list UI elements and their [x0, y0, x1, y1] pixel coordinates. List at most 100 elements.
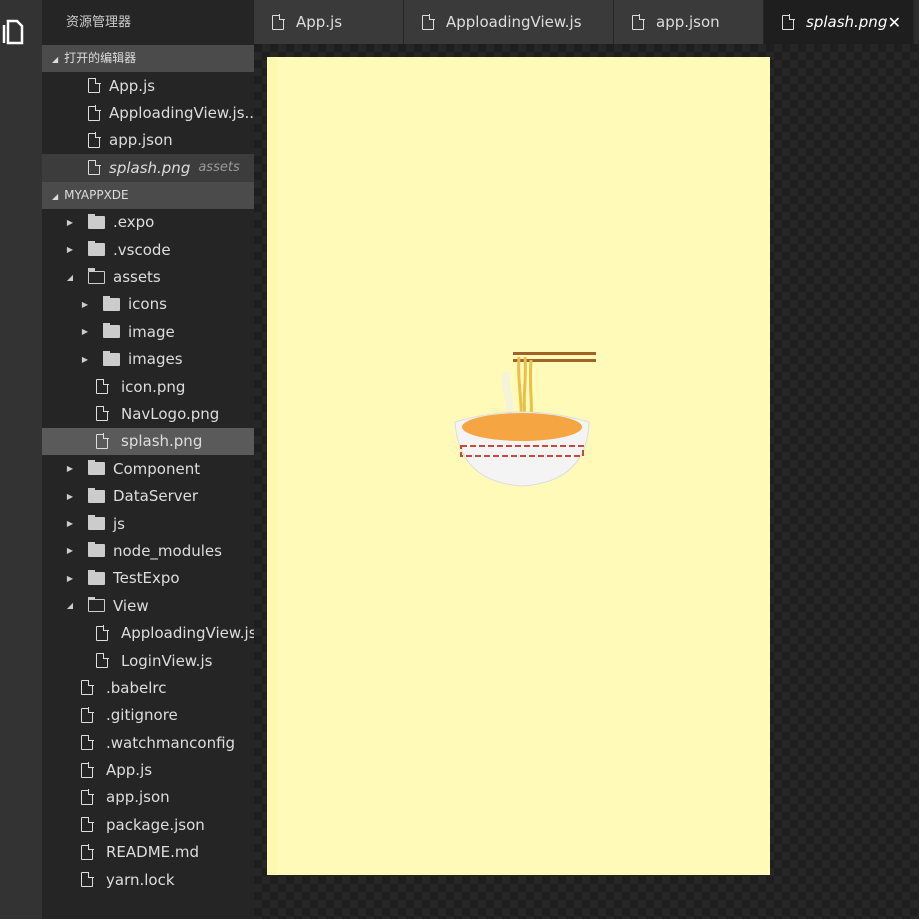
- editor-tabs: App.js ApploadingView.js app.json splash.pn…: [254, 0, 919, 44]
- folder-icon: [103, 323, 120, 339]
- item-label: app.json: [106, 788, 170, 807]
- file-item[interactable]: NavLogo.png: [42, 400, 254, 427]
- file-icon: [422, 14, 435, 30]
- chevron-right-icon[interactable]: ▶: [63, 218, 77, 227]
- chevron-right-icon[interactable]: ▶: [63, 574, 77, 583]
- section-label: MYAPPXDE: [64, 187, 129, 202]
- chevron-right-icon[interactable]: ▶: [63, 464, 77, 473]
- file-item[interactable]: .gitignore: [42, 702, 254, 729]
- folder-item[interactable]: ▶ image: [42, 318, 254, 345]
- item-label: yarn.lock: [106, 870, 175, 889]
- section-label: 打开的编辑器: [64, 51, 137, 65]
- folder-icon: [88, 515, 105, 531]
- open-editors-header[interactable]: ◢ 打开的编辑器: [42, 45, 254, 72]
- folder-item[interactable]: ▶ Component: [42, 455, 254, 482]
- file-item[interactable]: ApploadingView.js: [42, 619, 254, 646]
- tab-apploadingview-js[interactable]: ApploadingView.js: [404, 0, 614, 44]
- chevron-right-icon[interactable]: ▶: [78, 300, 92, 309]
- file-icon: [81, 816, 94, 833]
- project-header[interactable]: ◢ MYAPPXDE: [42, 181, 254, 209]
- item-label: .watchmanconfig: [106, 733, 236, 752]
- open-editor-item[interactable]: app.json: [42, 127, 254, 154]
- folder-item[interactable]: ▶ images: [42, 346, 254, 373]
- item-label: icons: [128, 295, 167, 314]
- item-label: splash.png: [121, 432, 203, 451]
- item-label: icon.png: [121, 377, 186, 396]
- explorer-icon[interactable]: [2, 18, 26, 46]
- file-icon: [81, 844, 94, 860]
- sidebar-title: 资源管理器: [66, 15, 132, 30]
- open-editor-item[interactable]: splash.png assets: [42, 154, 254, 182]
- folder-item[interactable]: ▶ DataServer: [42, 482, 254, 509]
- tab-app-js[interactable]: App.js: [254, 0, 404, 44]
- file-item[interactable]: splash.png: [42, 427, 254, 456]
- item-label: .expo: [113, 213, 155, 232]
- file-item[interactable]: README.md: [42, 839, 254, 866]
- item-label: app.json: [109, 131, 173, 150]
- chevron-right-icon[interactable]: ▶: [63, 546, 77, 555]
- item-description: assets: [198, 160, 240, 176]
- noodle-bowl-icon: [454, 352, 596, 487]
- folder-item[interactable]: ▶ js: [42, 510, 254, 537]
- folder-item[interactable]: ▶ icons: [42, 291, 254, 318]
- folder-icon: [88, 213, 105, 229]
- item-label: View: [113, 596, 149, 615]
- file-icon: [88, 105, 101, 121]
- chevron-down-icon[interactable]: ◢: [63, 601, 77, 610]
- chevron-right-icon[interactable]: ▶: [63, 519, 77, 528]
- file-icon: [81, 679, 94, 696]
- file-icon: [88, 132, 101, 148]
- explorer-sidebar: 资源管理器 ◢ 打开的编辑器 App.js ApploadingView.js...…: [42, 0, 254, 919]
- file-icon: [88, 77, 101, 94]
- item-label: App.js: [106, 761, 153, 780]
- folder-item[interactable]: ▶ node_modules: [42, 537, 254, 564]
- tab-label: App.js: [296, 13, 343, 31]
- folder-item[interactable]: ▶ TestExpo: [42, 565, 254, 592]
- item-label: assets: [113, 268, 161, 287]
- folder-icon: [103, 295, 120, 311]
- splash-image: [267, 57, 770, 875]
- item-label: node_modules: [113, 541, 222, 560]
- file-icon: [81, 871, 94, 888]
- file-item[interactable]: yarn.lock: [42, 866, 254, 893]
- file-icon: [96, 405, 109, 422]
- chevron-right-icon[interactable]: ▶: [78, 355, 92, 364]
- chevron-right-icon[interactable]: ▶: [63, 245, 77, 254]
- file-item[interactable]: App.js: [42, 756, 254, 783]
- file-tree: ▶ .expo ▶ .vscode ◢ assets ▶ icons ▶ image ▶ images…: [42, 209, 254, 894]
- file-item[interactable]: .babelrc: [42, 674, 254, 701]
- folder-item[interactable]: ◢ assets: [42, 263, 254, 290]
- file-item[interactable]: package.json: [42, 811, 254, 838]
- item-label: README.md: [106, 843, 200, 862]
- file-item[interactable]: .watchmanconfig: [42, 729, 254, 756]
- file-icon: [96, 433, 109, 449]
- folder-item[interactable]: ▶ .vscode: [42, 236, 254, 263]
- tab-splash-png[interactable]: splash.png ✕: [764, 0, 914, 44]
- chevron-right-icon[interactable]: ▶: [78, 327, 92, 336]
- item-label: ApploadingView.js: [121, 624, 254, 643]
- open-editor-item[interactable]: ApploadingView.js...: [42, 99, 254, 126]
- file-item[interactable]: app.json: [42, 784, 254, 811]
- folder-item[interactable]: ◢ View: [42, 592, 254, 619]
- item-label: splash.png: [109, 158, 191, 177]
- item-label: .vscode: [113, 240, 171, 259]
- close-icon[interactable]: ✕: [888, 13, 901, 32]
- chevron-down-icon[interactable]: ◢: [63, 273, 77, 282]
- file-item[interactable]: icon.png: [42, 373, 254, 400]
- item-label: DataServer: [113, 487, 199, 506]
- tab-app-json[interactable]: app.json: [614, 0, 764, 44]
- item-label: package.json: [106, 815, 205, 834]
- file-icon: [96, 625, 109, 641]
- folder-icon: [87, 596, 105, 613]
- file-icon: [81, 762, 94, 778]
- file-icon: [96, 378, 109, 395]
- folder-icon: [88, 487, 105, 503]
- item-label: TestExpo: [113, 569, 180, 588]
- file-icon: [272, 14, 285, 30]
- chevron-right-icon[interactable]: ▶: [63, 492, 77, 501]
- folder-icon: [88, 460, 105, 476]
- open-editor-item[interactable]: App.js: [42, 72, 254, 99]
- folder-item[interactable]: ▶ .expo: [42, 209, 254, 236]
- file-item[interactable]: LoginView.js: [42, 647, 254, 674]
- item-label: Component: [113, 459, 201, 478]
